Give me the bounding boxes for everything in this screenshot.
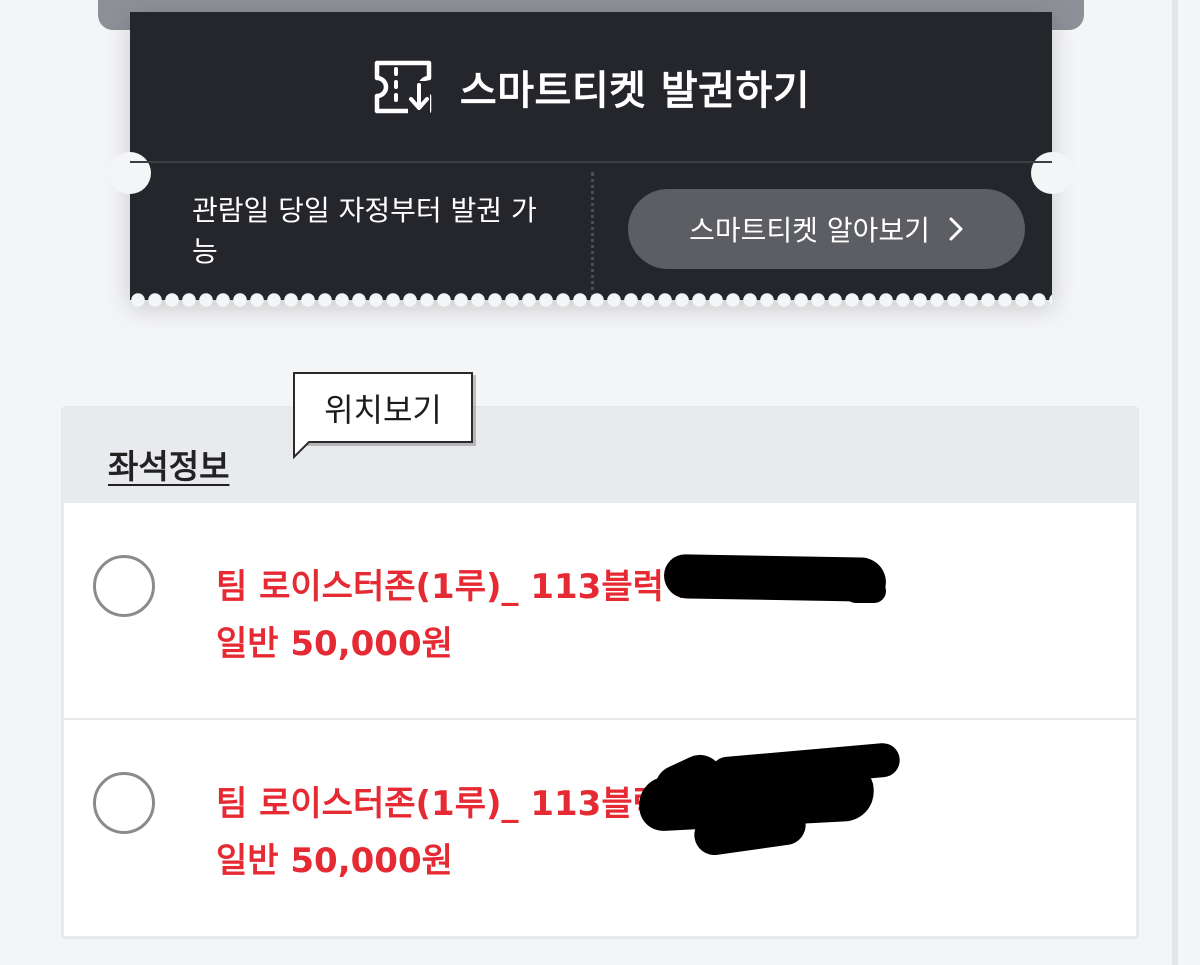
issue-smart-ticket-label: 스마트티켓 발권하기 (459, 68, 811, 114)
seat-info-panel: 좌석정보 팀 로이스터존(1루)_ 113블럭 1 일반 50,000원 팀 로… (62, 407, 1138, 938)
issue-availability-note: 관람일 당일 자정부터 발권 가능 (192, 194, 537, 268)
learn-smart-ticket-label: 스마트티켓 알아보기 (689, 214, 930, 247)
seat-radio-button[interactable] (93, 555, 155, 617)
issue-smart-ticket-button[interactable]: 스마트티켓 발권하기 (130, 52, 1052, 122)
scrollbar-track[interactable] (1172, 0, 1178, 965)
ticket-download-icon (374, 60, 432, 115)
seat-list: 팀 로이스터존(1루)_ 113블럭 1 일반 50,000원 팀 로이스터존(… (64, 503, 1136, 936)
seat-price: 일반 50,000원 (216, 841, 453, 881)
ticket-notch-left (109, 152, 151, 194)
learn-smart-ticket-button[interactable]: 스마트티켓 알아보기 (628, 189, 1025, 269)
seat-info-header[interactable]: 좌석정보 (108, 440, 229, 488)
redaction-mark (844, 579, 886, 603)
ticket-divider (130, 161, 1052, 163)
seat-option[interactable]: 팀 로이스터존(1루)_ 113블럭 1 일반 50,000원 (64, 503, 1136, 718)
smart-ticket-card: 스마트티켓 발권하기 관람일 당일 자정부터 발권 가능 스마트티켓 알아보기 (109, 12, 1073, 308)
seat-option[interactable]: 팀 로이스터존(1루)_ 113블럭 일반 50,000원 (64, 718, 1136, 936)
ticket-scalloped-edge (130, 292, 1052, 308)
view-location-tooltip[interactable]: 위치보기 (293, 372, 473, 443)
tooltip-tail (293, 441, 311, 459)
chevron-right-icon (949, 217, 963, 241)
seat-name: 팀 로이스터존(1루)_ 113블럭 (216, 784, 664, 824)
ticket-notch-right (1031, 152, 1073, 194)
seat-name: 팀 로이스터존(1루)_ 113블럭 1 (216, 567, 700, 607)
seat-price: 일반 50,000원 (216, 624, 453, 664)
ticket-perforation (591, 172, 594, 298)
seat-radio-button[interactable] (93, 772, 155, 834)
